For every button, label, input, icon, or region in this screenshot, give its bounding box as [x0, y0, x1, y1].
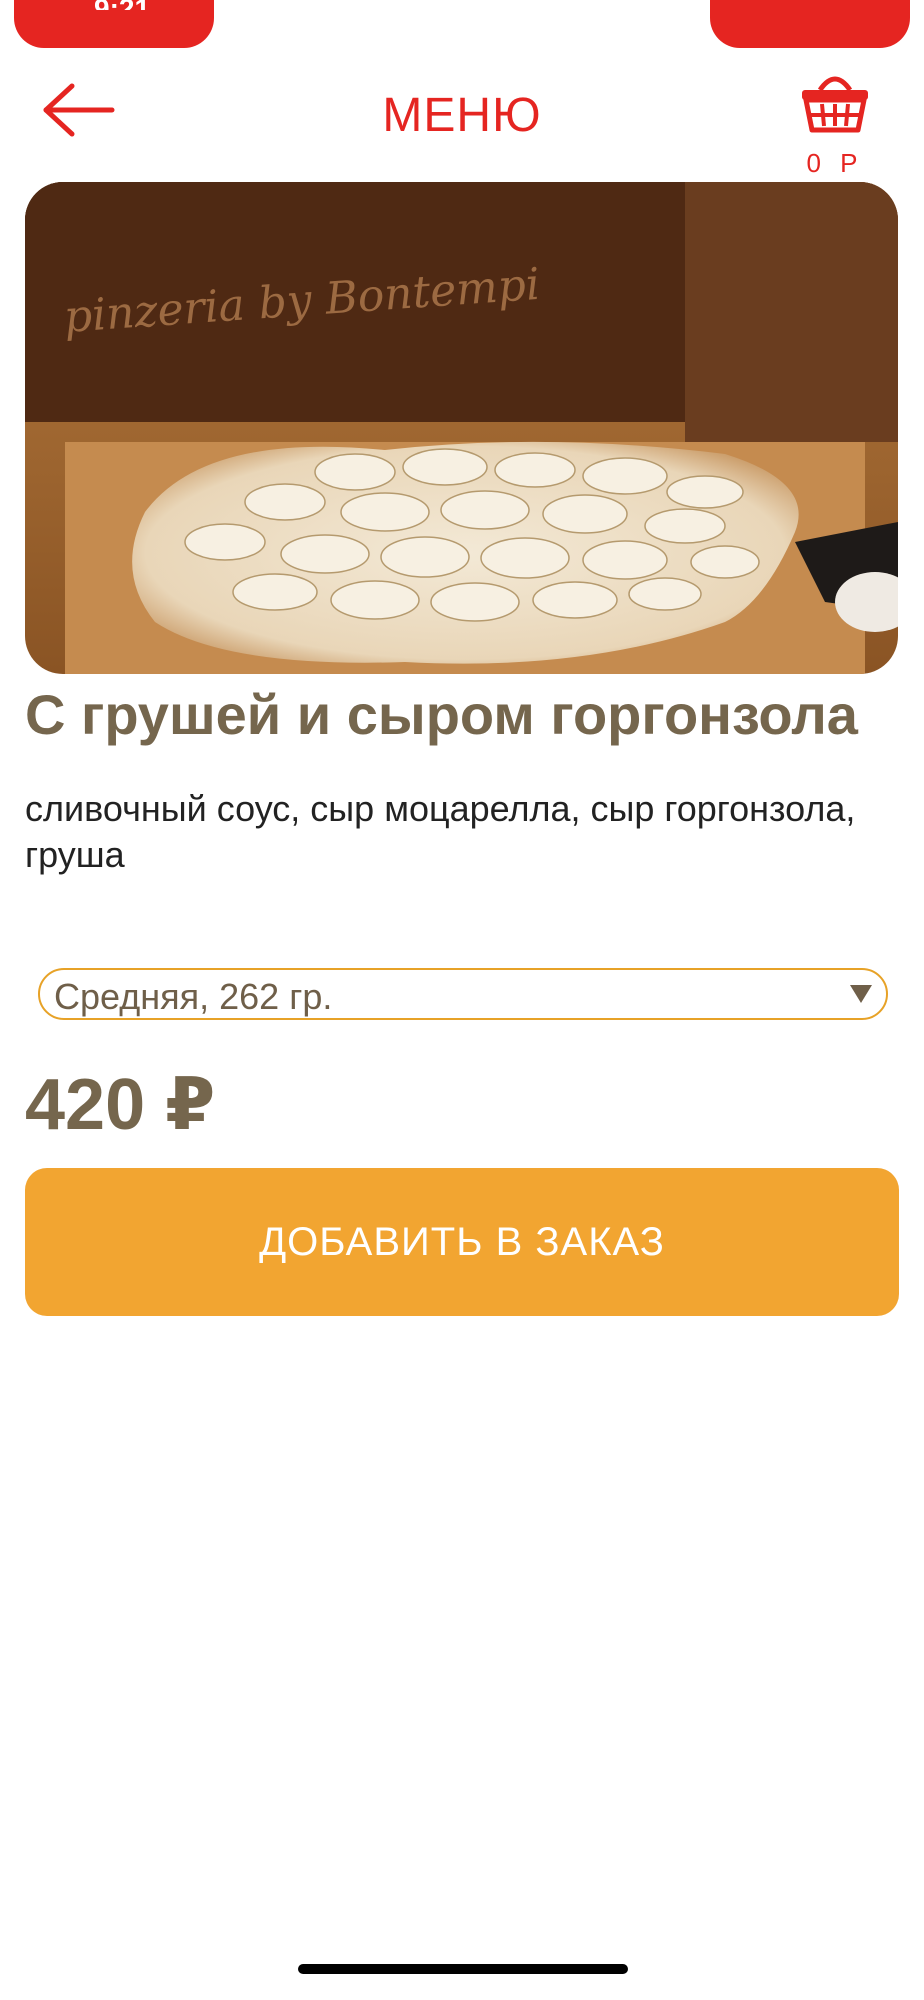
cart-button[interactable]: 0 Р: [800, 72, 870, 178]
product-image: pinzeria by Bontempi: [25, 182, 898, 674]
basket-icon: [802, 76, 868, 133]
product-price: 420 ₽: [25, 1065, 216, 1145]
product-name: С грушей и сыром горгонзола: [25, 683, 858, 746]
size-select[interactable]: Средняя, 262 гр.: [38, 968, 888, 1020]
add-to-order-button[interactable]: ДОБАВИТЬ В ЗАКАЗ: [25, 1168, 899, 1316]
cart-sum: 0 Р: [806, 148, 864, 178]
add-to-order-label: ДОБАВИТЬ В ЗАКАЗ: [259, 1219, 665, 1264]
page-title: МЕНЮ: [382, 89, 542, 142]
status-bar-left: 9:21: [14, 0, 214, 48]
status-bar-right: [710, 0, 910, 48]
size-select-value: Средняя, 262 гр.: [54, 976, 333, 1017]
triangle-down-icon: [850, 985, 872, 1003]
app-header: МЕНЮ 0 Р: [0, 50, 924, 180]
home-indicator[interactable]: [298, 1964, 628, 1974]
status-time: 9:21: [94, 0, 150, 10]
pizza-photo: pinzeria by Bontempi: [25, 182, 898, 674]
product-description: сливочный соус, сыр моцарелла, сыр горго…: [25, 788, 856, 875]
product-page: 9:21 МЕНЮ 0 Р: [0, 0, 924, 2000]
